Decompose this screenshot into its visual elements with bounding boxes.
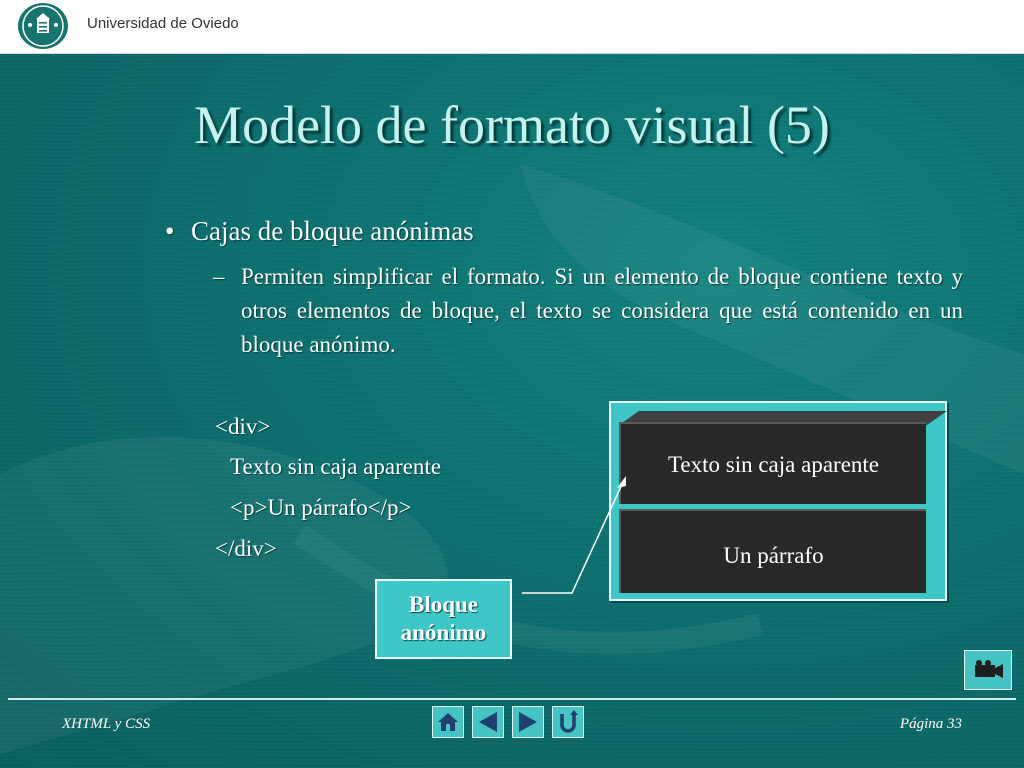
sub-bullet: – Permiten simplificar el formato. Si un…	[213, 260, 963, 362]
code-line: </div>	[215, 536, 277, 561]
video-camera-icon	[975, 660, 1003, 678]
university-crest-icon	[18, 3, 68, 49]
label-line: Bloque	[408, 592, 479, 617]
university-header: Universidad de Oviedo	[0, 0, 1024, 54]
home-icon	[438, 713, 458, 731]
video-camera-button[interactable]	[964, 650, 1012, 690]
home-button[interactable]	[432, 706, 464, 738]
next-icon	[519, 712, 537, 732]
next-button[interactable]	[512, 706, 544, 738]
sub-bullet-dash: –	[213, 264, 225, 289]
label-line: anónimo	[400, 620, 487, 645]
paragraph-box: Un párrafo	[619, 509, 926, 593]
bullet-item: • Cajas de bloque anónimas	[165, 216, 474, 247]
slide-title: Modelo de formato visual (5)	[194, 95, 830, 155]
footer-divider	[8, 698, 1016, 700]
return-icon	[560, 710, 578, 733]
bullet-dot: •	[165, 216, 175, 246]
slide-area: Modelo de formato visual (5) • Cajas de b…	[0, 54, 1024, 768]
footer-course-name: XHTML y CSS	[62, 716, 151, 732]
previous-icon	[479, 712, 497, 732]
sub-bullet-text: Permiten simplificar el formato. Si un e…	[241, 264, 963, 357]
code-line: <p>Un párrafo</p>	[230, 495, 412, 520]
return-button[interactable]	[552, 706, 584, 738]
footer-page-number: Página 33	[899, 716, 962, 732]
university-name: Universidad de Oviedo	[87, 15, 239, 32]
previous-button[interactable]	[472, 706, 504, 738]
code-line: <div>	[215, 414, 271, 439]
anonymous-block-label: Bloque anónimo	[375, 579, 512, 659]
bullet-text: Cajas de bloque anónimas	[191, 216, 474, 246]
anonymous-text-box: Texto sin caja aparente	[619, 422, 926, 504]
pointer-arrow	[522, 476, 626, 594]
code-line: Texto sin caja aparente	[230, 454, 442, 479]
